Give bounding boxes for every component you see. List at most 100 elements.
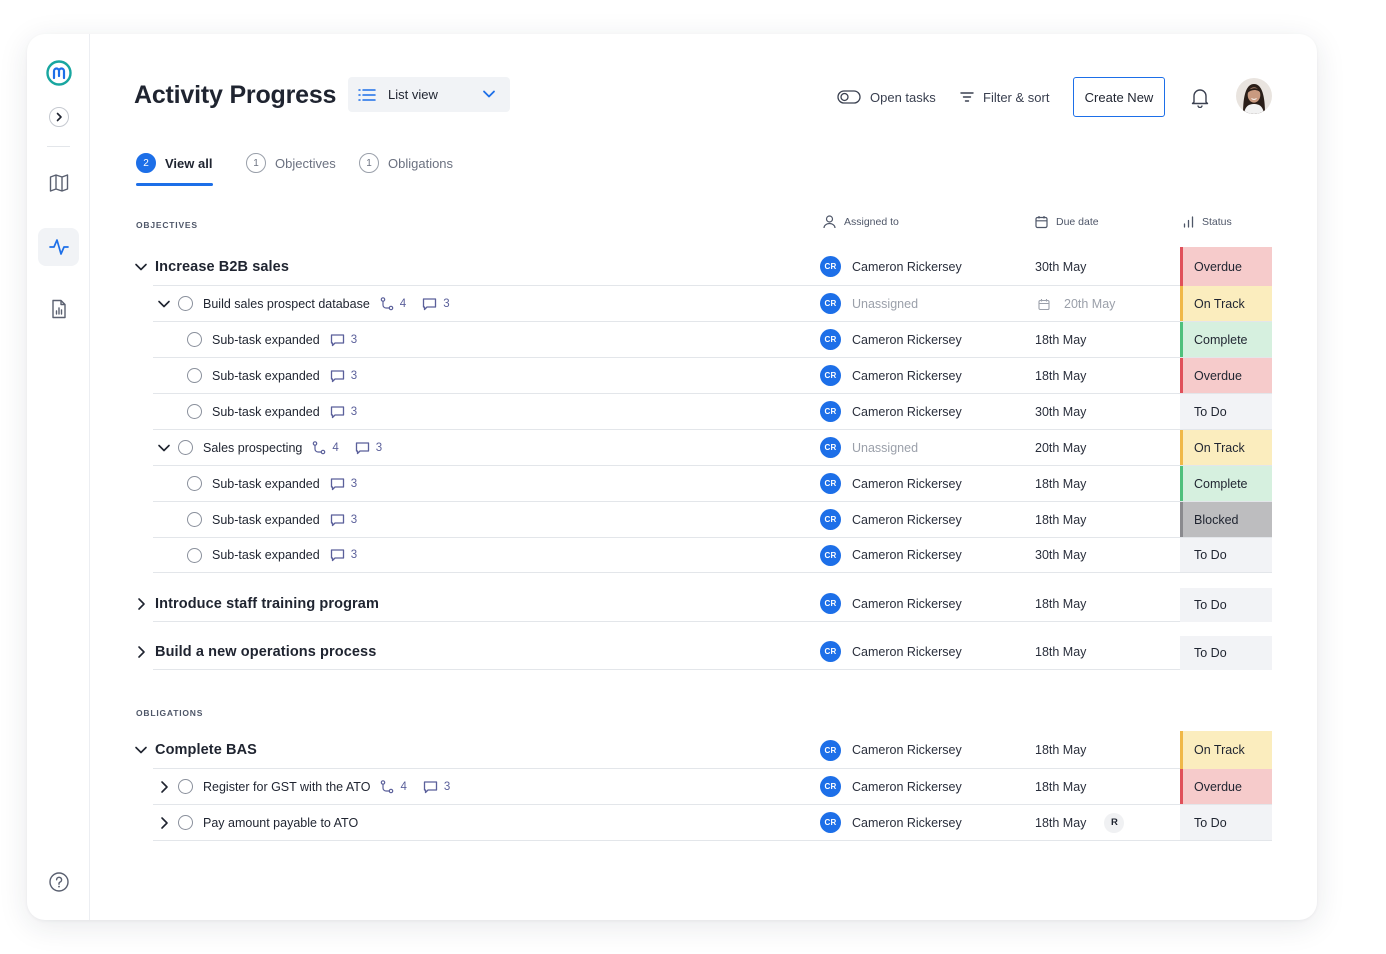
status-badge[interactable]: Overdue	[1180, 358, 1272, 393]
table-row[interactable]: Sub-task expanded 3 CR Cameron Rickersey 30t…	[153, 394, 1272, 430]
sidebar-item-map[interactable]	[38, 164, 79, 202]
table-row[interactable]: Sub-task expanded 3 CR Cameron Rickersey 30t…	[153, 538, 1272, 573]
task-complete-checkbox[interactable]	[178, 815, 193, 830]
comment-count[interactable]: 3	[422, 297, 450, 311]
help-button[interactable]	[38, 863, 79, 901]
column-header-assigned[interactable]: Assigned to	[823, 214, 899, 230]
expand-toggle[interactable]	[156, 815, 172, 831]
subtask-count[interactable]: 4	[380, 779, 407, 794]
expand-toggle[interactable]	[133, 644, 149, 660]
column-header-due[interactable]: Due date	[1035, 214, 1099, 230]
collapse-toggle[interactable]	[156, 296, 172, 312]
assignee-cell[interactable]: CR Unassigned	[820, 286, 918, 321]
assignee-cell[interactable]: CR Cameron Rickersey	[820, 538, 962, 572]
table-row[interactable]: Register for GST with the ATO 4 3 CR Cameron…	[153, 769, 1272, 805]
column-header-status[interactable]: Status	[1183, 214, 1232, 230]
table-row[interactable]: Introduce staff training program CR Camero…	[138, 586, 1272, 622]
due-date-cell[interactable]: 30th May	[1035, 538, 1086, 572]
due-date-cell[interactable]: 18th May	[1035, 466, 1086, 501]
comment-count[interactable]: 3	[330, 333, 357, 347]
table-row[interactable]: Increase B2B sales CR Cameron Rickersey 30t…	[135, 247, 1272, 286]
assignee-cell[interactable]: CR Cameron Rickersey	[820, 502, 962, 537]
collapse-toggle[interactable]	[156, 440, 172, 456]
collapse-toggle[interactable]	[133, 259, 149, 275]
assignee-cell[interactable]: CR Cameron Rickersey	[820, 586, 962, 621]
table-row[interactable]: Sub-task expanded 3 CR Cameron Rickersey 18t…	[153, 502, 1272, 538]
task-name[interactable]: Increase B2B sales	[155, 259, 289, 275]
tab-objectives[interactable]: 1 Objectives	[246, 153, 336, 187]
due-date-cell[interactable]: 30th May	[1035, 248, 1086, 285]
due-date-cell[interactable]: 18th May	[1035, 732, 1086, 768]
task-name[interactable]: Sales prospecting	[203, 441, 302, 455]
status-badge[interactable]: On Track	[1180, 286, 1272, 321]
due-date-cell[interactable]: 18th May	[1035, 634, 1086, 669]
comment-count[interactable]: 3	[355, 441, 382, 455]
tab-obligations[interactable]: 1 Obligations	[359, 153, 453, 187]
task-complete-checkbox[interactable]	[187, 404, 202, 419]
due-date-cell[interactable]: 18th May	[1035, 769, 1086, 804]
assignee-cell[interactable]: CR Cameron Rickersey	[820, 322, 962, 357]
task-name[interactable]: Sub-task expanded	[212, 333, 320, 347]
expand-sidebar-button[interactable]	[38, 98, 79, 136]
assignee-cell[interactable]: CR Cameron Rickersey	[820, 358, 962, 393]
task-name[interactable]: Sub-task expanded	[212, 369, 320, 383]
comment-count[interactable]: 3	[423, 780, 450, 794]
status-badge[interactable]: To Do	[1180, 636, 1272, 670]
comment-count[interactable]: 3	[330, 548, 357, 562]
assignee-cell[interactable]: CR Cameron Rickersey	[820, 466, 962, 501]
assignee-cell[interactable]: CR Cameron Rickersey	[820, 769, 962, 804]
status-badge[interactable]: Blocked	[1180, 502, 1272, 537]
task-complete-checkbox[interactable]	[178, 296, 193, 311]
collapse-toggle[interactable]	[133, 742, 149, 758]
status-badge[interactable]: On Track	[1180, 430, 1272, 465]
task-name[interactable]: Sub-task expanded	[212, 405, 320, 419]
task-name[interactable]: Introduce staff training program	[155, 596, 379, 612]
filter-sort-button[interactable]: Filter & sort	[960, 77, 1049, 117]
assignee-cell[interactable]: CR Cameron Rickersey	[820, 805, 962, 840]
user-avatar[interactable]	[1236, 78, 1272, 114]
task-complete-checkbox[interactable]	[178, 779, 193, 794]
task-complete-checkbox[interactable]	[187, 368, 202, 383]
status-badge[interactable]: To Do	[1180, 588, 1272, 622]
tab-view-all[interactable]: 2 View all	[136, 153, 212, 187]
expand-toggle[interactable]	[133, 596, 149, 612]
status-badge[interactable]: To Do	[1180, 805, 1272, 840]
due-date-cell[interactable]: 20th May	[1035, 430, 1086, 465]
notifications-bell-icon[interactable]	[1189, 86, 1211, 113]
task-name[interactable]: Register for GST with the ATO	[203, 780, 370, 794]
assignee-cell[interactable]: CR Unassigned	[820, 430, 918, 465]
task-name[interactable]: Sub-task expanded	[212, 548, 320, 562]
table-row[interactable]: Build a new operations process CR Cameron …	[138, 634, 1272, 670]
task-complete-checkbox[interactable]	[178, 440, 193, 455]
due-date-cell[interactable]: 30th May	[1035, 394, 1086, 429]
status-badge[interactable]: On Track	[1180, 731, 1272, 769]
comment-count[interactable]: 3	[330, 405, 357, 419]
sidebar-item-reports[interactable]	[38, 290, 79, 328]
due-date-cell[interactable]: 18th May	[1035, 502, 1086, 537]
assignee-cell[interactable]: CR Cameron Rickersey	[820, 732, 962, 768]
open-tasks-toggle[interactable]: Open tasks	[837, 77, 936, 117]
assignee-cell[interactable]: CR Cameron Rickersey	[820, 394, 962, 429]
due-date-cell[interactable]: 18th May	[1035, 322, 1086, 357]
status-badge[interactable]: To Do	[1180, 538, 1272, 572]
task-name[interactable]: Sub-task expanded	[212, 513, 320, 527]
subtask-count[interactable]: 4	[312, 440, 339, 455]
expand-toggle[interactable]	[156, 779, 172, 795]
assignee-cell[interactable]: CR Cameron Rickersey	[820, 634, 962, 669]
due-date-cell[interactable]: 18th May	[1035, 358, 1086, 393]
task-complete-checkbox[interactable]	[187, 547, 202, 563]
task-complete-checkbox[interactable]	[187, 512, 202, 527]
task-name[interactable]: Pay amount payable to ATO	[203, 816, 358, 830]
due-date-cell[interactable]: 18th May	[1035, 586, 1086, 621]
comment-count[interactable]: 3	[330, 369, 357, 383]
comment-count[interactable]: 3	[330, 477, 357, 491]
status-badge[interactable]: To Do	[1180, 394, 1272, 429]
comment-count[interactable]: 3	[330, 513, 357, 527]
create-new-button[interactable]: Create New	[1073, 77, 1165, 117]
table-row[interactable]: Pay amount payable to ATO CR Cameron Ricke…	[153, 805, 1272, 841]
table-row[interactable]: Sub-task expanded 3 CR Cameron Rickersey 18t…	[153, 466, 1272, 502]
assignee-cell[interactable]: CR Cameron Rickersey	[820, 248, 962, 285]
status-badge[interactable]: Overdue	[1180, 769, 1272, 804]
table-row[interactable]: Sub-task expanded 3 CR Cameron Rickersey 18t…	[153, 358, 1272, 394]
task-name[interactable]: Build sales prospect database	[203, 297, 370, 311]
